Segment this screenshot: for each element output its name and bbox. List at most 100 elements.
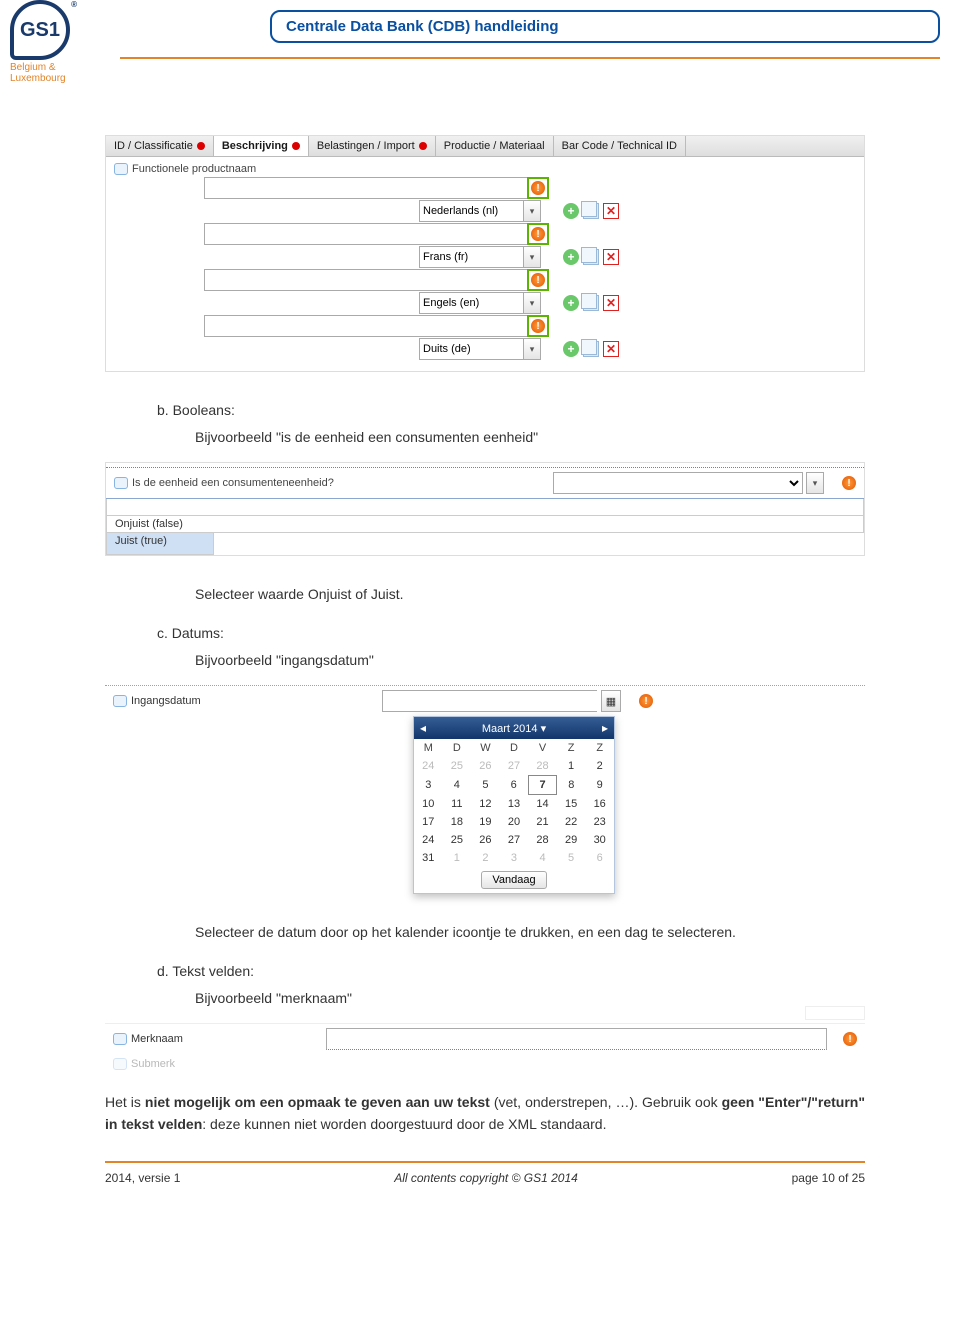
calendar-day[interactable]: 17 <box>414 813 443 831</box>
language-input[interactable] <box>419 292 524 314</box>
calendar-day[interactable]: 9 <box>585 776 614 795</box>
dropdown-option[interactable] <box>106 499 864 516</box>
dropdown-icon[interactable]: ▾ <box>523 246 541 268</box>
error-icon: ! <box>639 694 653 708</box>
calendar-day[interactable]: 28 <box>528 757 557 776</box>
calendar-day[interactable]: 7 <box>528 776 557 795</box>
calendar-day[interactable]: 1 <box>557 757 586 776</box>
calendar-day[interactable]: 21 <box>528 813 557 831</box>
productname-input[interactable] <box>204 269 529 291</box>
productname-input[interactable] <box>204 315 529 337</box>
error-icon: ! <box>531 181 545 195</box>
calendar-day[interactable]: 24 <box>414 831 443 849</box>
calendar-day[interactable]: 25 <box>443 757 472 776</box>
calendar-month[interactable]: Maart 2014 ▾ <box>482 722 546 735</box>
copy-icon[interactable] <box>583 203 599 219</box>
dropdown-option[interactable]: Juist (true) <box>106 533 214 555</box>
calendar-day[interactable]: 27 <box>500 831 529 849</box>
field-label: Functionele productnaam <box>114 163 856 175</box>
calendar-day[interactable]: 26 <box>471 831 500 849</box>
delete-icon[interactable]: ✕ <box>603 341 619 357</box>
calendar-next[interactable]: ▸ <box>602 721 608 735</box>
delete-icon[interactable]: ✕ <box>603 249 619 265</box>
dropdown-icon[interactable]: ▾ <box>523 292 541 314</box>
copy-icon[interactable] <box>583 295 599 311</box>
calendar-day[interactable]: 2 <box>471 849 500 867</box>
calendar-day[interactable]: 5 <box>471 776 500 795</box>
calendar-day[interactable]: 10 <box>414 795 443 814</box>
delete-icon[interactable]: ✕ <box>603 295 619 311</box>
calendar-dow: D <box>500 739 529 757</box>
calendar-day[interactable]: 14 <box>528 795 557 814</box>
calendar-day[interactable]: 5 <box>557 849 586 867</box>
tab-beschrijving[interactable]: Beschrijving <box>214 136 309 156</box>
productname-input[interactable] <box>204 177 529 199</box>
tab-bar-code-technical-id[interactable]: Bar Code / Technical ID <box>554 136 686 156</box>
calendar-day[interactable]: 6 <box>585 849 614 867</box>
error-icon: ! <box>531 273 545 287</box>
calendar-day[interactable]: 6 <box>500 776 529 795</box>
copy-icon[interactable] <box>583 341 599 357</box>
calendar-day[interactable]: 16 <box>585 795 614 814</box>
language-input[interactable] <box>419 338 524 360</box>
calendar-day[interactable]: 23 <box>585 813 614 831</box>
language-input[interactable] <box>419 246 524 268</box>
calendar-day[interactable]: 3 <box>500 849 529 867</box>
error-dot-icon <box>197 142 205 150</box>
calendar-day[interactable]: 26 <box>471 757 500 776</box>
calendar-day[interactable]: 27 <box>500 757 529 776</box>
tab-belastingen-import[interactable]: Belastingen / Import <box>309 136 436 156</box>
merknaam-label: Merknaam <box>131 1033 183 1045</box>
language-input[interactable] <box>419 200 524 222</box>
calendar-day[interactable]: 12 <box>471 795 500 814</box>
add-icon[interactable]: + <box>563 341 579 357</box>
calendar-day[interactable]: 2 <box>585 757 614 776</box>
merknaam-input[interactable] <box>326 1028 827 1050</box>
calendar-day[interactable]: 19 <box>471 813 500 831</box>
calendar-day[interactable]: 29 <box>557 831 586 849</box>
calendar-day[interactable]: 22 <box>557 813 586 831</box>
calendar-prev[interactable]: ◂ <box>420 721 426 735</box>
dropdown-icon[interactable]: ▾ <box>523 338 541 360</box>
boolean-select[interactable] <box>553 472 803 494</box>
calendar-day[interactable]: 11 <box>443 795 472 814</box>
tab-productie-materiaal[interactable]: Productie / Materiaal <box>436 136 554 156</box>
error-dot-icon <box>419 142 427 150</box>
calendar-day[interactable]: 8 <box>557 776 586 795</box>
copy-icon[interactable] <box>583 249 599 265</box>
calendar-day[interactable]: 25 <box>443 831 472 849</box>
add-icon[interactable]: + <box>563 295 579 311</box>
productname-input[interactable] <box>204 223 529 245</box>
screenshot-description-tab: ID / ClassificatieBeschrijvingBelastinge… <box>105 135 865 372</box>
calendar-day[interactable]: 15 <box>557 795 586 814</box>
section-c-instruction: Selecteer de datum door op het kalender … <box>195 922 865 943</box>
calendar-dow: Z <box>557 739 586 757</box>
calendar-day[interactable]: 4 <box>443 776 472 795</box>
section-c-header: c. Datums: <box>157 623 865 644</box>
calendar-day[interactable]: 20 <box>500 813 529 831</box>
delete-icon[interactable]: ✕ <box>603 203 619 219</box>
section-b-instruction: Selecteer waarde Onjuist of Juist. <box>195 584 865 605</box>
date-input[interactable] <box>382 690 597 712</box>
dropdown-option[interactable]: Onjuist (false) <box>106 516 864 533</box>
calendar-day[interactable]: 13 <box>500 795 529 814</box>
error-icon: ! <box>842 476 856 490</box>
dropdown-icon[interactable]: ▾ <box>806 472 824 494</box>
add-icon[interactable]: + <box>563 249 579 265</box>
tab-id-classificatie[interactable]: ID / Classificatie <box>106 136 214 156</box>
calendar-day[interactable]: 1 <box>443 849 472 867</box>
calendar-day[interactable]: 30 <box>585 831 614 849</box>
calendar-day[interactable]: 18 <box>443 813 472 831</box>
calendar-icon[interactable]: ▦ <box>601 690 621 712</box>
footer-right: page 10 of 25 <box>792 1171 865 1185</box>
footer-left: 2014, versie 1 <box>105 1171 180 1185</box>
calendar-today-button[interactable]: Vandaag <box>481 871 546 889</box>
add-icon[interactable]: + <box>563 203 579 219</box>
calendar-day[interactable]: 3 <box>414 776 443 795</box>
calendar-day[interactable]: 28 <box>528 831 557 849</box>
dropdown-icon[interactable]: ▾ <box>523 200 541 222</box>
calendar-day[interactable]: 24 <box>414 757 443 776</box>
calendar-day[interactable]: 31 <box>414 849 443 867</box>
calendar-day[interactable]: 4 <box>528 849 557 867</box>
gs1-logo: GS1® Belgium & Luxembourg <box>10 0 105 70</box>
